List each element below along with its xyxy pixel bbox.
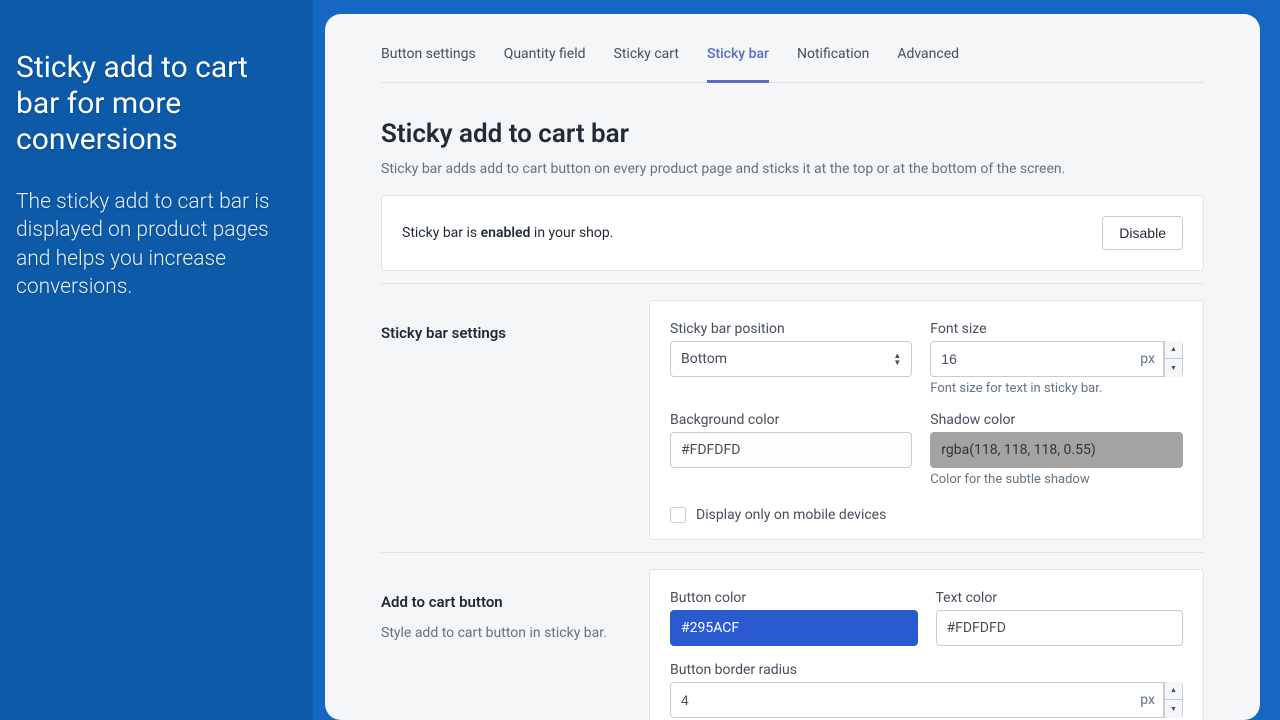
stepper-down-icon[interactable]: ▼: [1164, 359, 1182, 377]
tab-sticky-bar[interactable]: Sticky bar: [707, 46, 769, 83]
tab-advanced[interactable]: Advanced: [897, 46, 959, 82]
bg-value: #FDFDFD: [681, 442, 740, 458]
field-mobile-only: Display only on mobile devices: [670, 507, 1183, 523]
section-title: Add to cart button: [381, 593, 625, 611]
field-button-color: Button color #295ACF: [670, 590, 918, 646]
divider: [381, 283, 1204, 284]
spinner: ▲ ▼: [1164, 682, 1182, 718]
status-prefix: Sticky bar is: [402, 225, 481, 241]
sidebar-desc: The sticky add to cart bar is displayed …: [16, 188, 297, 301]
font-unit: px: [1132, 342, 1164, 376]
divider: [381, 552, 1204, 553]
field-bg-color: Background color #FDFDFD: [670, 412, 912, 487]
spinner: ▲ ▼: [1164, 341, 1182, 377]
field-shadow-color: Shadow color rgba(118, 118, 118, 0.55) C…: [930, 412, 1183, 487]
sidebar: Sticky add to cart bar for more conversi…: [0, 0, 313, 720]
mobile-only-label: Display only on mobile devices: [696, 507, 886, 523]
status-state: enabled: [481, 225, 531, 241]
stepper-down-icon[interactable]: ▼: [1164, 700, 1182, 718]
section-add-to-cart-button: Add to cart button Style add to cart but…: [381, 569, 1204, 720]
font-size-stepper[interactable]: px ▲ ▼: [930, 341, 1183, 377]
button-color-label: Button color: [670, 590, 918, 606]
tab-sticky-cart[interactable]: Sticky cart: [614, 46, 679, 82]
field-position: Sticky bar position Bottom ▲▼: [670, 321, 912, 396]
bg-color-input[interactable]: #FDFDFD: [670, 432, 912, 468]
stepper-up-icon[interactable]: ▲: [1164, 682, 1182, 700]
section-header: Add to cart button Style add to cart but…: [381, 569, 625, 720]
button-color-value: #295ACF: [681, 620, 739, 636]
text-color-input[interactable]: #FDFDFD: [936, 610, 1184, 646]
status-suffix: in your shop.: [530, 225, 613, 241]
font-size-input[interactable]: [931, 342, 1132, 376]
settings-panel: Button settings Quantity field Sticky ca…: [325, 14, 1260, 720]
button-color-input[interactable]: #295ACF: [670, 610, 918, 646]
text-color-value: #FDFDFD: [947, 620, 1006, 636]
tabs: Button settings Quantity field Sticky ca…: [381, 14, 1204, 83]
field-border-radius: Button border radius px ▲ ▼: [670, 662, 1183, 718]
tab-quantity-field[interactable]: Quantity field: [504, 46, 586, 82]
tab-notification[interactable]: Notification: [797, 46, 869, 82]
disable-button[interactable]: Disable: [1102, 216, 1183, 250]
radius-input[interactable]: [671, 683, 1132, 717]
position-value: Bottom: [681, 351, 727, 367]
section-header: Sticky bar settings: [381, 300, 625, 540]
page-header: Sticky add to cart bar Sticky bar adds a…: [381, 83, 1204, 195]
section-title: Sticky bar settings: [381, 324, 625, 342]
font-hint: Font size for text in sticky bar.: [930, 381, 1183, 396]
radius-label: Button border radius: [670, 662, 1183, 678]
status-card: Sticky bar is enabled in your shop. Disa…: [381, 195, 1204, 271]
shadow-color-input[interactable]: rgba(118, 118, 118, 0.55): [930, 432, 1183, 468]
select-arrows-icon: ▲▼: [893, 352, 901, 366]
section-card: Sticky bar position Bottom ▲▼ Font size …: [649, 300, 1204, 540]
text-color-label: Text color: [936, 590, 1184, 606]
section-sticky-bar-settings: Sticky bar settings Sticky bar position …: [381, 300, 1204, 540]
font-label: Font size: [930, 321, 1183, 337]
shadow-value: rgba(118, 118, 118, 0.55): [941, 442, 1095, 458]
radius-stepper[interactable]: px ▲ ▼: [670, 682, 1183, 718]
main: Button settings Quantity field Sticky ca…: [313, 0, 1280, 720]
section-card: Button color #295ACF Text color #FDFDFD: [649, 569, 1204, 720]
position-label: Sticky bar position: [670, 321, 912, 337]
field-text-color: Text color #FDFDFD: [936, 590, 1184, 646]
bg-label: Background color: [670, 412, 912, 428]
sidebar-title: Sticky add to cart bar for more conversi…: [16, 50, 297, 158]
shadow-label: Shadow color: [930, 412, 1183, 428]
mobile-only-checkbox[interactable]: [670, 507, 686, 523]
page-desc: Sticky bar adds add to cart button on ev…: [381, 161, 1204, 177]
section-sub: Style add to cart button in sticky bar.: [381, 625, 625, 641]
status-text: Sticky bar is enabled in your shop.: [402, 225, 613, 241]
stepper-up-icon[interactable]: ▲: [1164, 341, 1182, 359]
tab-button-settings[interactable]: Button settings: [381, 46, 476, 82]
field-font-size: Font size px ▲ ▼ Font size for text in s…: [930, 321, 1183, 396]
position-select[interactable]: Bottom ▲▼: [670, 341, 912, 377]
shadow-hint: Color for the subtle shadow: [930, 472, 1183, 487]
radius-unit: px: [1132, 683, 1164, 717]
page-title: Sticky add to cart bar: [381, 119, 1204, 149]
